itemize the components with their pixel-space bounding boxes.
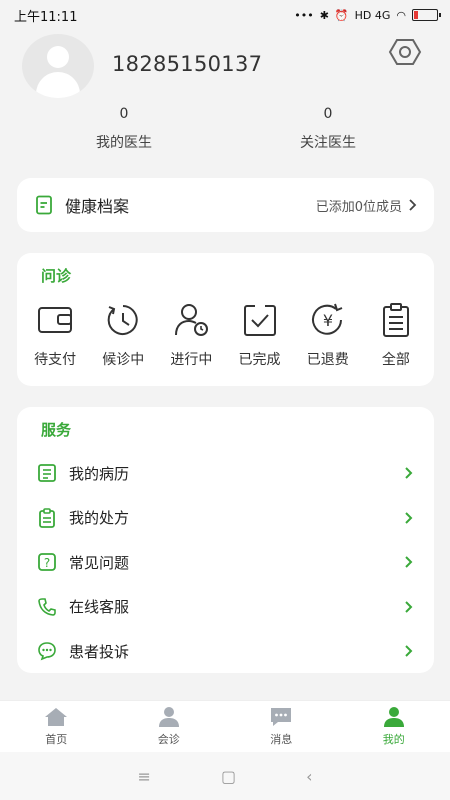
- wallet-icon: [38, 307, 73, 333]
- battery-icon: [412, 9, 441, 21]
- consult-waiting[interactable]: 候诊中: [90, 301, 156, 369]
- stat-followed-doctors[interactable]: 0 关注医生: [258, 106, 398, 152]
- refund-icon: ¥: [311, 303, 343, 335]
- tab-label: 首页: [45, 733, 68, 746]
- health-records-title: 健康档案: [65, 197, 130, 216]
- tab-label: 我的: [382, 733, 405, 746]
- health-records-hint: 已添加0位成员: [315, 199, 402, 215]
- dots-icon: •••: [294, 8, 314, 22]
- user-phone: 18285150137: [112, 52, 263, 76]
- chat-icon: [38, 642, 56, 661]
- tab-label: 会诊: [157, 733, 180, 746]
- check-box-icon: [243, 304, 276, 336]
- status-time: 上午11:11: [14, 9, 78, 25]
- status-icons: ••• ✱ ⏰ HD 4G ◠: [294, 8, 441, 22]
- system-nav-bar: ≡ ▢ ‹: [0, 752, 450, 800]
- bottom-tab-bar: 首页 会诊 消息 我的: [0, 700, 450, 752]
- question-icon: ?: [38, 553, 56, 572]
- service-complaints[interactable]: 患者投诉: [17, 629, 434, 674]
- user-clock-icon: [175, 304, 209, 336]
- chevron-right-icon: [409, 199, 417, 211]
- consult-icon: [158, 707, 179, 727]
- service-label: 在线客服: [69, 598, 130, 617]
- health-records-card[interactable]: 健康档案 已添加0位成员: [17, 178, 434, 232]
- service-label: 我的处方: [69, 509, 130, 528]
- status-bar: 上午11:11 ••• ✱ ⏰ HD 4G ◠: [0, 0, 450, 30]
- consult-item-label: 进行中: [170, 352, 213, 368]
- consult-item-label: 候诊中: [102, 352, 145, 368]
- chevron-right-icon: [405, 512, 413, 524]
- stat-label: 我的医生: [96, 135, 152, 151]
- service-faq[interactable]: ? 常见问题: [17, 540, 434, 585]
- alarm-icon: ⏰: [334, 8, 349, 22]
- consult-item-label: 全部: [381, 352, 410, 368]
- svg-text:?: ?: [44, 556, 50, 570]
- profile-icon: [383, 707, 404, 727]
- network-label: HD 4G: [354, 8, 391, 22]
- service-label: 常见问题: [69, 553, 130, 572]
- services-card: 服务 我的病历 我的处方 ? 常见问题 在线客服 患者投诉: [17, 407, 434, 673]
- tab-messages[interactable]: 消息: [225, 701, 338, 752]
- consultation-card: 问诊 待支付 候诊中 进行中 已完成 ¥ 已退费 全部: [17, 253, 434, 386]
- consult-item-label: 已退费: [306, 352, 349, 368]
- consult-in-progress[interactable]: 进行中: [158, 301, 224, 369]
- home-icon: [45, 708, 68, 726]
- stat-value: 0: [323, 106, 333, 122]
- chevron-right-icon: [405, 556, 413, 568]
- tab-label: 消息: [270, 733, 293, 746]
- avatar[interactable]: [22, 34, 94, 98]
- consult-item-label: 已完成: [238, 352, 281, 368]
- chevron-right-icon: [405, 467, 413, 479]
- consult-completed[interactable]: 已完成: [227, 301, 293, 369]
- medical-record-icon: [38, 464, 56, 483]
- tab-profile[interactable]: 我的: [338, 701, 450, 752]
- clock-icon: [107, 305, 138, 335]
- chevron-right-icon: [405, 601, 413, 613]
- svg-text:¥: ¥: [323, 311, 333, 330]
- services-title: 服务: [41, 421, 72, 439]
- health-record-icon: [36, 195, 52, 215]
- menu-icon[interactable]: ≡: [138, 767, 151, 786]
- stat-value: 0: [119, 106, 129, 122]
- settings-icon[interactable]: [388, 38, 422, 66]
- consult-pending-payment[interactable]: 待支付: [22, 301, 88, 369]
- service-label: 患者投诉: [69, 642, 130, 661]
- consult-all[interactable]: 全部: [363, 301, 429, 369]
- stat-my-doctors[interactable]: 0 我的医生: [54, 106, 194, 152]
- clipboard-icon: [382, 303, 409, 337]
- tab-home[interactable]: 首页: [0, 701, 113, 752]
- bluetooth-icon: ✱: [319, 8, 329, 22]
- message-icon: [271, 708, 292, 726]
- service-prescriptions[interactable]: 我的处方: [17, 496, 434, 541]
- service-online-support[interactable]: 在线客服: [17, 585, 434, 630]
- home-square-icon[interactable]: ▢: [221, 767, 236, 786]
- consultation-title: 问诊: [41, 267, 72, 285]
- wifi-icon: ◠: [396, 8, 406, 22]
- prescription-icon: [39, 507, 55, 528]
- tab-consultation[interactable]: 会诊: [113, 701, 226, 752]
- consult-item-label: 待支付: [34, 352, 77, 368]
- phone-icon: [38, 597, 56, 616]
- service-label: 我的病历: [69, 464, 130, 483]
- chevron-right-icon: [405, 645, 413, 657]
- back-icon[interactable]: ‹: [306, 767, 312, 786]
- stat-label: 关注医生: [300, 135, 356, 151]
- consult-refunded[interactable]: ¥ 已退费: [295, 301, 361, 369]
- service-medical-records[interactable]: 我的病历: [17, 451, 434, 496]
